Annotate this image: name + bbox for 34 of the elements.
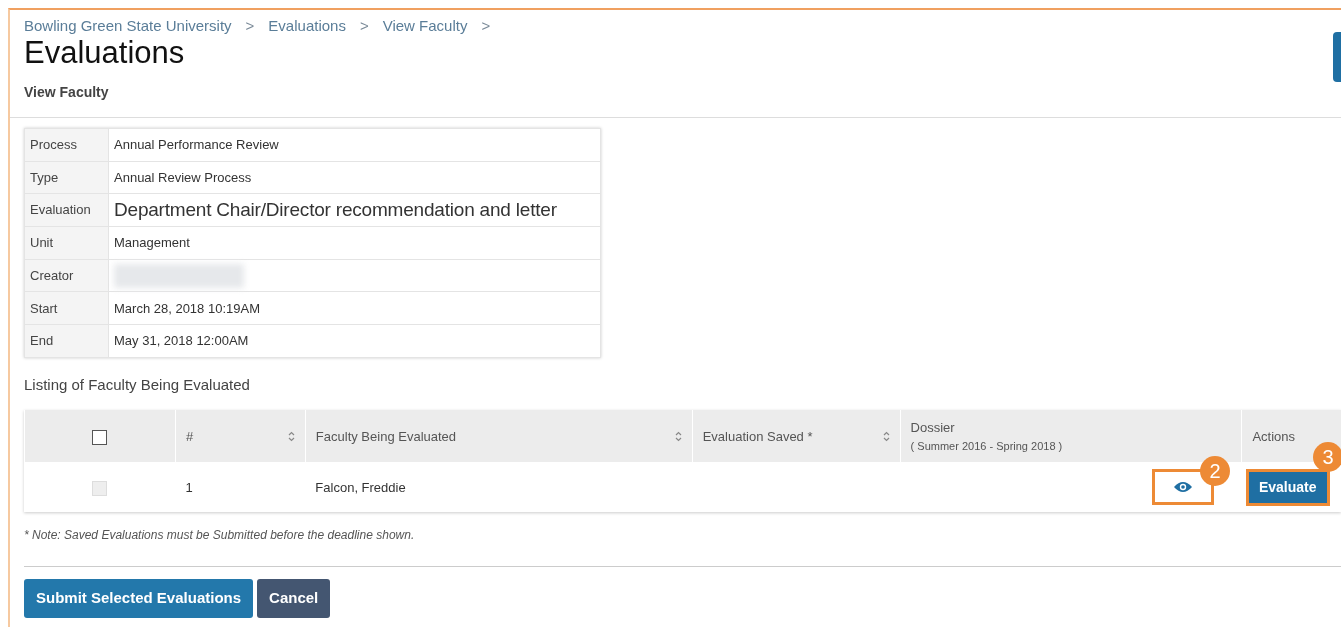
note-text: * Note: Saved Evaluations must be Submitted before the deadline shown. [24,527,416,545]
table-cell: 1 [175,462,306,513]
breadcrumb-link[interactable]: Evaluations [268,17,346,34]
select-all-checkbox[interactable] [92,429,108,445]
column-header[interactable]: # [185,426,194,447]
table-cell: Falcon, Freddie [305,462,693,513]
breadcrumb-separator: > [245,17,255,34]
section-heading: Listing of Faculty Being Evaluated [24,374,251,395]
detail-label: Start [24,291,109,325]
detail-label: End [24,324,109,358]
page-subtitle: View Faculty [24,83,110,102]
detail-value: May 31, 2018 12:00AM [108,324,601,358]
detail-value: March 28, 2018 10:19AM [108,291,601,325]
breadcrumb-separator: > [359,17,369,34]
breadcrumb-separator: > [481,17,491,34]
cancel-button[interactable]: Cancel [257,579,331,618]
page-title: Evaluations [24,36,185,70]
eye-icon [1173,481,1192,494]
breadcrumb-link[interactable]: View Faculty [382,17,468,34]
detail-value: Management [108,226,601,260]
detail-value: Department Chair/Director recommendation and letter [108,193,601,227]
detail-value: Annual Review Process [108,161,601,194]
toolbar-button[interactable] [1333,32,1341,82]
detail-value: Annual Performance Review [108,128,601,162]
detail-label: Process [24,128,109,162]
detail-label: Evaluation [24,193,109,227]
submit-button[interactable]: Submit Selected Evaluations [24,579,254,618]
column-header[interactable]: Actions [1252,426,1296,447]
step-tooltip: 3 [1313,442,1341,473]
column-header[interactable]: Faculty Being Evaluated [315,426,457,447]
detail-label: Unit [24,226,109,260]
detail-label: Type [24,161,109,194]
breadcrumb-link[interactable]: Bowling Green State University [24,17,232,34]
detail-label: Creator [24,259,109,292]
